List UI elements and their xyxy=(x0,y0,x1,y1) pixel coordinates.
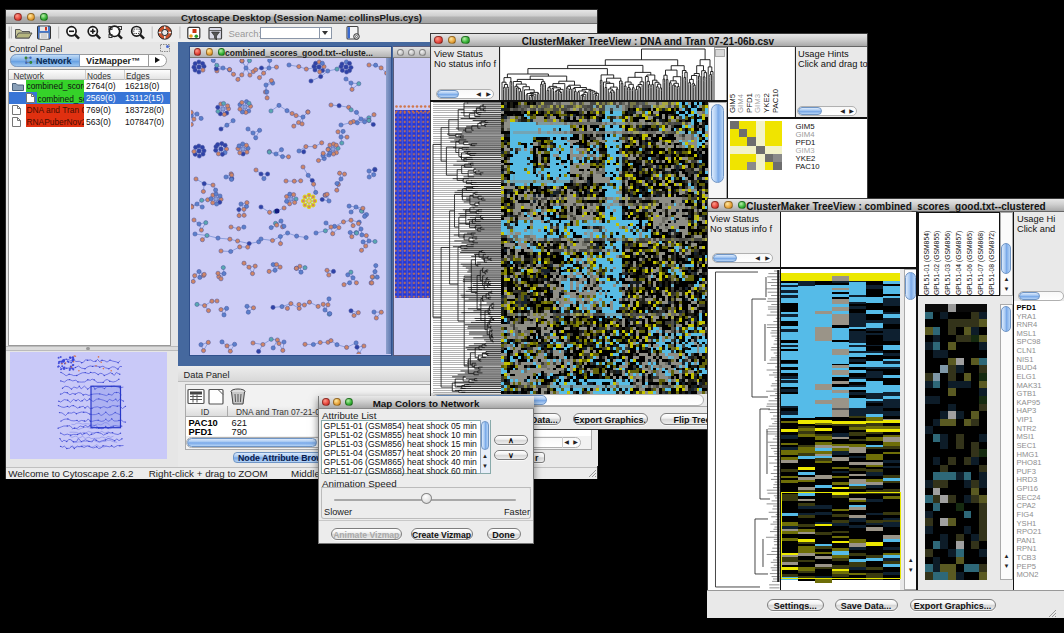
svg-text:GPL51-04 (GSM857): GPL51-04 (GSM857) xyxy=(955,230,963,294)
svg-text:GPL51-08 (GSM872): GPL51-08 (GSM872) xyxy=(988,230,996,294)
svg-text:GPL51-03 (GSM856): GPL51-03 (GSM856) xyxy=(944,230,952,294)
svg-text:GPL51-06 (GSM865): GPL51-06 (GSM865) xyxy=(966,230,974,294)
svg-text:GPL51-07 (GSM868): GPL51-07 (GSM868) xyxy=(977,230,985,294)
svg-text:PAC10: PAC10 xyxy=(771,88,780,113)
svg-text:GPL51-01 (GSM854): GPL51-01 (GSM854) xyxy=(922,230,930,294)
svg-text:GPL51-02 (GSM855): GPL51-02 (GSM855) xyxy=(933,230,941,294)
